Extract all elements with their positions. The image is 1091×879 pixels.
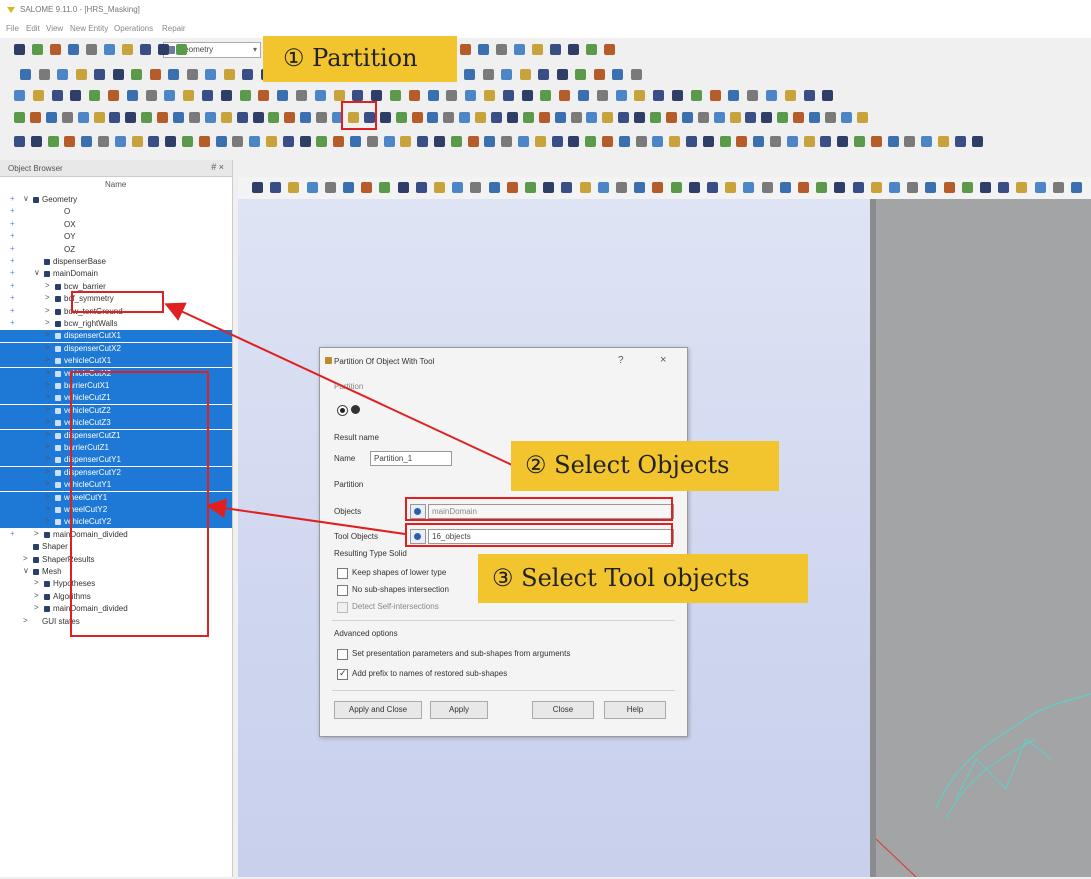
callout-select-objects: ② Select Objects	[511, 441, 779, 491]
callout-select-tool-objects: ③ Select Tool objects	[478, 554, 808, 603]
annotation-arrows	[164, 302, 541, 535]
callout-partition: ① Partition	[263, 36, 457, 82]
